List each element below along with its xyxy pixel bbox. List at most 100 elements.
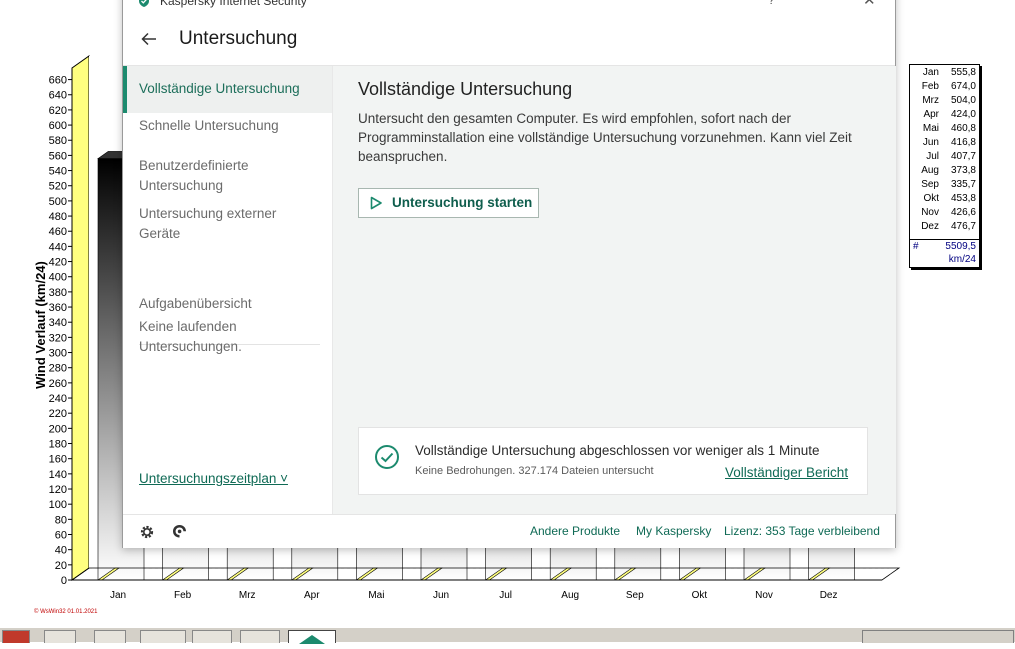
- window-footer: Andere Produkte My Kaspersky Lizenz: 353…: [123, 514, 895, 548]
- x-tick-label: Jun: [433, 590, 449, 601]
- legend-row: Sep 335,7: [910, 178, 979, 192]
- legend-value: 453,8: [950, 193, 976, 204]
- y-tick-label: 240: [49, 393, 67, 405]
- legend-value: 476,7: [950, 221, 976, 232]
- page-title: Untersuchung: [179, 28, 298, 49]
- scan-status-detail: Keine Bedrohungen. 327.174 Dateien unter…: [415, 465, 654, 477]
- y-tick-label: 400: [49, 272, 67, 284]
- x-axis-ticks: Jan Feb Mrz Apr Mai Jun Jul Aug Sep Okt Nov Dez: [72, 579, 882, 601]
- legend-month: Dez: [921, 221, 939, 232]
- x-tick-label: Dez: [820, 590, 838, 601]
- taskbar-app-icon[interactable]: [94, 630, 126, 643]
- legend-month: Jul: [926, 151, 939, 162]
- legend-value: 460,8: [950, 123, 976, 134]
- legend-sum-row: # 5509,5: [910, 240, 979, 254]
- y-tick-label: 280: [49, 363, 67, 375]
- y-tick-label: 160: [49, 454, 67, 466]
- legend-row: Mrz 504,0: [910, 94, 979, 108]
- y-tick-label: 60: [55, 530, 67, 542]
- y-tick-label: 500: [49, 196, 67, 208]
- scan-schedule-link[interactable]: Untersuchungszeitplan ˅: [139, 471, 288, 486]
- kaspersky-shield-icon: [139, 0, 149, 7]
- y-tick-label: 80: [55, 514, 67, 526]
- legend-month: Nov: [921, 207, 939, 218]
- y-tick-label: 480: [49, 211, 67, 223]
- sidebar-item-full-scan[interactable]: Vollständige Untersuchung: [123, 66, 332, 113]
- y-tick-label: 660: [49, 75, 67, 87]
- y-tick-label: 20: [55, 560, 67, 572]
- y-tick-label: 420: [49, 257, 67, 269]
- check-circle-icon: [375, 445, 399, 469]
- legend-row: Feb 674,0: [910, 80, 979, 94]
- y-tick-label: 200: [49, 423, 67, 435]
- close-button[interactable]: ✕: [863, 0, 876, 9]
- legend-sum-hash: #: [913, 241, 919, 252]
- taskbar-app-icon[interactable]: [240, 630, 280, 643]
- legend-row: Nov 426,6: [910, 206, 979, 220]
- sidebar-item-quick-scan[interactable]: Schnelle Untersuchung: [139, 116, 329, 136]
- legend-sum-value: 5509,5: [945, 241, 976, 252]
- scan-title: Vollständige Untersuchung: [358, 79, 573, 99]
- other-products-link[interactable]: Andere Produkte: [530, 524, 620, 538]
- taskbar-tray: [862, 630, 1014, 643]
- y-axis-label: Wind Verlauf (km/24): [33, 261, 48, 389]
- legend-month: Apr: [923, 109, 939, 120]
- y-tick-label: 620: [49, 105, 67, 117]
- legend-value: 555,8: [950, 67, 976, 78]
- main-panel: Vollständige Untersuchung Untersucht den…: [332, 66, 896, 514]
- license-link[interactable]: Lizenz: 353 Tage verbleibend: [724, 524, 880, 538]
- sidebar-item-label: Untersuchung externer Geräte: [139, 206, 277, 241]
- legend-month: Feb: [921, 81, 939, 92]
- taskbar-app-icon[interactable]: [192, 630, 232, 643]
- y-tick-label: 260: [49, 378, 67, 390]
- y-tick-label: 120: [49, 484, 67, 496]
- legend-value: 426,6: [950, 207, 976, 218]
- kaspersky-window: Kaspersky Internet Security ? ✕ Untersuc…: [122, 0, 896, 548]
- taskbar-app-icon[interactable]: [2, 630, 30, 643]
- tasks-status-label: Keine laufenden Untersuchungen.: [139, 319, 242, 354]
- sidebar-item-label: Vollständige Untersuchung: [139, 81, 300, 96]
- help-button[interactable]: ?: [768, 0, 775, 7]
- my-kaspersky-link[interactable]: My Kaspersky: [636, 524, 711, 538]
- x-tick-label: Sep: [626, 590, 644, 601]
- y-tick-label: 100: [49, 499, 67, 511]
- legend-row: Mai 460,8: [910, 122, 979, 136]
- legend-value: 416,8: [950, 137, 976, 148]
- support-icon[interactable]: [171, 523, 188, 540]
- sidebar-item-custom-scan[interactable]: Benutzerdefinierte Untersuchung: [139, 156, 269, 196]
- scan-status-message: Vollständige Untersuchung abgeschlossen …: [415, 443, 820, 458]
- y-tick-label: 340: [49, 317, 67, 329]
- taskbar-kaspersky-icon[interactable]: [288, 630, 336, 644]
- legend-month: Jan: [922, 67, 939, 78]
- y-tick-label: 560: [49, 150, 67, 162]
- legend-month: Okt: [923, 193, 939, 204]
- sidebar-item-label: Benutzerdefinierte Untersuchung: [139, 158, 249, 193]
- legend-row: Jun 416,8: [910, 136, 979, 150]
- legend-row: Jul 407,7: [910, 150, 979, 164]
- legend-value: 373,8: [950, 165, 976, 176]
- taskbar-app-icon[interactable]: [140, 630, 186, 643]
- sidebar-item-task-overview[interactable]: Aufgabenübersicht: [139, 294, 329, 314]
- scan-status-card: Vollständige Untersuchung abgeschlossen …: [358, 427, 868, 495]
- x-tick-label: Jan: [110, 590, 126, 601]
- x-tick-label: Apr: [304, 590, 320, 601]
- legend-row: Apr 424,0: [910, 108, 979, 122]
- chart-left-wall: [71, 55, 90, 581]
- sidebar: Vollständige Untersuchung Schnelle Unter…: [123, 66, 332, 514]
- y-tick-label: 140: [49, 469, 67, 481]
- taskbar: [0, 627, 1015, 644]
- x-tick-label: Mai: [368, 590, 384, 601]
- sidebar-item-external-devices-scan[interactable]: Untersuchung externer Geräte: [139, 204, 299, 244]
- legend-value: 407,7: [950, 151, 976, 162]
- gear-icon[interactable]: [139, 524, 155, 540]
- y-tick-label: 540: [49, 166, 67, 178]
- back-arrow-icon[interactable]: [139, 29, 159, 49]
- legend-value: 424,0: [950, 109, 976, 120]
- y-tick-label: 440: [49, 241, 67, 253]
- chart-legend: Jan 555,8 Feb 674,0 Mrz 504,0 Apr 424,0 Mai 460,8…: [909, 64, 980, 268]
- start-scan-button[interactable]: Untersuchung starten: [358, 188, 539, 218]
- legend-month: Sep: [921, 179, 939, 190]
- full-report-link[interactable]: Vollständiger Bericht: [725, 465, 848, 480]
- taskbar-app-icon[interactable]: [44, 630, 76, 643]
- y-tick-label: 40: [55, 545, 67, 557]
